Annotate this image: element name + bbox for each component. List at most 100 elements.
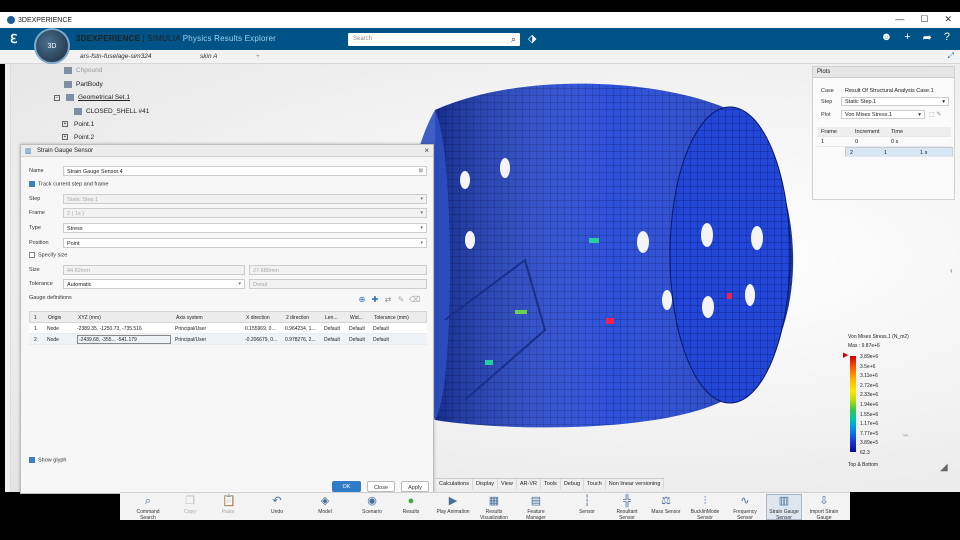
- scenario-icon: ◉: [367, 495, 377, 507]
- edit-icon[interactable]: ✎: [396, 295, 406, 305]
- dialog-close-icon[interactable]: ×: [424, 146, 429, 155]
- results-visualization-button[interactable]: ▦ Results Visualization: [476, 495, 512, 521]
- ds-logo-icon[interactable]: ℇ: [10, 32, 17, 46]
- tolerance-detail-field[interactable]: Detail: [249, 279, 427, 289]
- checkbox-checked[interactable]: [29, 457, 35, 463]
- help-icon[interactable]: ?: [944, 31, 950, 44]
- undo-button[interactable]: ↶ Undo: [259, 495, 295, 515]
- fit-view-icon[interactable]: ⤢: [948, 51, 954, 61]
- tree-item-chpound[interactable]: Chpound: [64, 67, 102, 74]
- model-button[interactable]: ◈ Model: [307, 495, 343, 515]
- size-field-a[interactable]: 44.82mm: [63, 265, 245, 275]
- user-icon[interactable]: ☻: [881, 31, 893, 44]
- mass-sensor-button[interactable]: ⚖ Mass Sensor: [648, 495, 684, 515]
- paste-button[interactable]: 📋 Paste: [210, 495, 246, 515]
- tree-label: Chpound: [76, 67, 103, 75]
- tree-item-partbody[interactable]: PartBody: [64, 81, 103, 88]
- frame-row-selected[interactable]: 2 1 1 s: [845, 147, 953, 157]
- gauge-row-selected[interactable]: 2 Node -2439.68, -355... -541.179 Princi…: [29, 334, 427, 345]
- toolbar-label: Mass Sensor: [651, 509, 681, 515]
- tree-item-geometrical-set[interactable]: − Geometrical Set.1: [54, 94, 130, 101]
- maximize-button[interactable]: ☐: [920, 14, 928, 25]
- ok-button[interactable]: OK: [332, 481, 361, 492]
- step-select[interactable]: Static Step.1 ▾: [63, 194, 427, 204]
- search-icon[interactable]: ⌕: [511, 34, 516, 45]
- search-input[interactable]: Search ⌕: [348, 33, 520, 46]
- cmdtab-debug[interactable]: Debug: [561, 479, 585, 489]
- fuselage-model[interactable]: [375, 60, 815, 440]
- legend-pointer-icon[interactable]: ▶: [843, 351, 848, 359]
- specify-size-checkbox[interactable]: Specify size: [29, 252, 67, 258]
- frame-label: Frame: [29, 210, 45, 216]
- track-checkbox[interactable]: Track current step and frame: [29, 181, 108, 187]
- cell: Default: [373, 326, 389, 332]
- dialog-titlebar[interactable]: ▥ Strain Gauge Sensor ×: [21, 145, 433, 157]
- resultant-sensor-button[interactable]: ╬ Resultant Sensor: [609, 495, 645, 521]
- frame-select[interactable]: 2 ( 1s ) ▾: [63, 208, 427, 218]
- add-point-icon[interactable]: ✚: [370, 295, 380, 305]
- copy-button[interactable]: ❐ Copy: [172, 495, 208, 515]
- tree-item-point-1[interactable]: + Point.1: [62, 121, 94, 128]
- size-field-b[interactable]: 27.689mm: [249, 265, 427, 275]
- add-icon[interactable]: +: [904, 31, 910, 44]
- play-animation-button[interactable]: ▶ Play Animation: [435, 495, 471, 515]
- plot-options-icon[interactable]: ⬚ ✎: [929, 111, 941, 118]
- plots-plot-value: Von Mises Stress.1: [845, 112, 893, 118]
- cmdtab-ar-vr[interactable]: AR-VR: [517, 479, 541, 489]
- apply-button[interactable]: Apply: [401, 481, 429, 492]
- cell: Default: [349, 337, 365, 343]
- results-button[interactable]: ● Results: [393, 495, 429, 515]
- feature-manager-button[interactable]: ▤ Feature Manager: [518, 495, 554, 521]
- tree-item-point-2[interactable]: + Point.2: [62, 134, 94, 141]
- tag-icon[interactable]: ⬗: [528, 32, 536, 45]
- name-field[interactable]: Strain Gauge Sensor.4 ⊠: [63, 166, 427, 176]
- sensor-button[interactable]: ┆ Sensor: [569, 495, 605, 515]
- frequency-sensor-button[interactable]: ∿ Frequency Sensor: [727, 495, 763, 521]
- show-glyph-checkbox[interactable]: Show glyph: [29, 457, 66, 463]
- cmdtab-tools[interactable]: Tools: [541, 479, 561, 489]
- position-select[interactable]: Point ▾: [63, 238, 427, 248]
- add-tab-button[interactable]: +: [256, 53, 260, 60]
- right-panel-toggle-icon[interactable]: ‹: [950, 266, 953, 275]
- strain-gauge-sensor-button[interactable]: ▥ Strain Gauge Sensor: [766, 494, 802, 521]
- buckling-sensor-button[interactable]: ⫶ BucklinMode Sensor: [687, 495, 723, 521]
- close-button[interactable]: Close: [367, 481, 395, 492]
- brand-name: 3DEXPERIENCE: [76, 34, 141, 43]
- plots-step-select[interactable]: Static Step.1 ▾: [841, 97, 949, 106]
- scenario-button[interactable]: ◉ Scenario: [354, 495, 390, 515]
- tab-fuselage-sim[interactable]: ars-fstn-fuselage-sim324: [80, 53, 152, 60]
- geoset-icon: [66, 94, 74, 101]
- checkbox-unchecked[interactable]: [29, 252, 35, 258]
- cmdtab-calculations[interactable]: Calculations: [436, 479, 473, 489]
- expand-icon[interactable]: +: [62, 134, 68, 141]
- checkbox-checked[interactable]: [29, 181, 35, 187]
- clear-field-icon[interactable]: ⊠: [419, 168, 423, 174]
- delete-icon[interactable]: ⌫: [409, 295, 420, 305]
- expand-icon[interactable]: +: [62, 121, 68, 128]
- tree-item-closed-shell[interactable]: CLOSED_SHELL #41: [74, 108, 149, 115]
- gauge-row[interactable]: 1 Node -2389.35, -1250.73, -735.516 Prin…: [29, 323, 427, 334]
- tolerance-select[interactable]: Automatic ▾: [63, 279, 245, 289]
- resize-handle-icon[interactable]: ◢: [940, 462, 948, 473]
- share-icon[interactable]: ➦: [923, 31, 932, 44]
- cmdtab-touch[interactable]: Touch: [584, 479, 606, 489]
- cell: Node: [47, 326, 59, 332]
- tab-skin-a[interactable]: skin A: [200, 53, 217, 60]
- compass-widget[interactable]: 3D: [34, 28, 70, 64]
- minimize-button[interactable]: —: [895, 14, 904, 25]
- frame-row[interactable]: 1 0 0 s: [817, 137, 951, 147]
- type-select[interactable]: Stress ▾: [63, 223, 427, 233]
- add-node-icon[interactable]: ⊕: [357, 295, 367, 305]
- plots-plot-select[interactable]: Von Mises Stress.1 ▾: [841, 110, 925, 119]
- collapse-icon[interactable]: −: [54, 94, 60, 101]
- close-window-button[interactable]: ✕: [944, 14, 952, 25]
- cell-editing[interactable]: -2439.68, -355... -541.179: [77, 335, 171, 344]
- legend-tick: 62.3: [860, 450, 870, 456]
- cmdtab-display[interactable]: Display: [473, 479, 499, 489]
- replace-icon[interactable]: ⇄: [383, 295, 393, 305]
- cmdtab-nonlinear-versioning[interactable]: Non linear versioning: [606, 479, 665, 489]
- cmdtab-view[interactable]: View: [498, 479, 517, 489]
- import-strain-gauge-button[interactable]: ⇩ Import Strain Gauge: [806, 495, 842, 521]
- cell: 1 s: [920, 150, 928, 156]
- command-search-button[interactable]: ⌕ Command Search: [130, 495, 166, 521]
